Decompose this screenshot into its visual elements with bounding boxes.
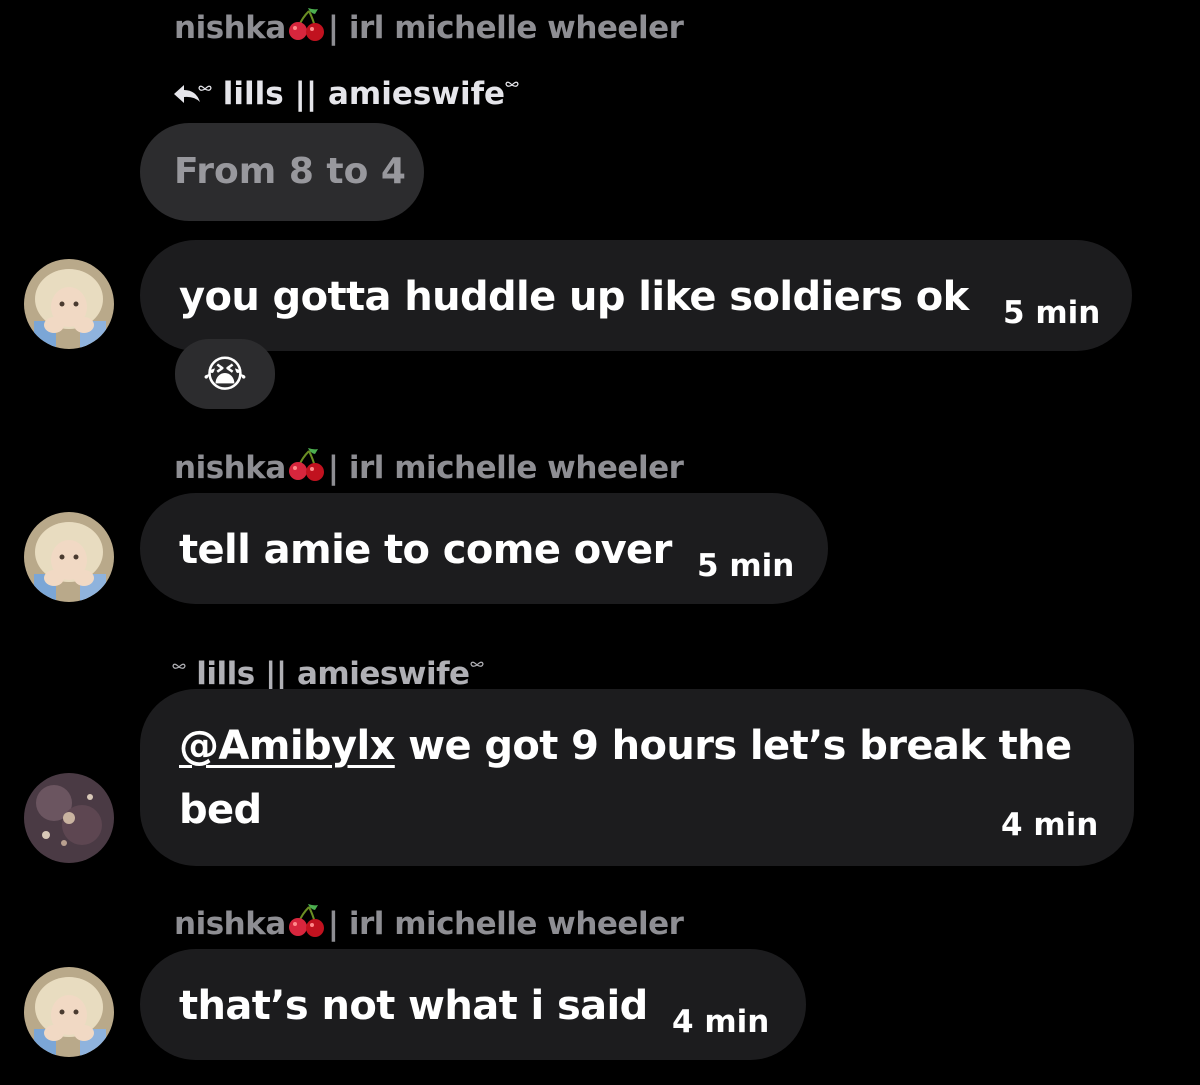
message-text: @Amibylx we got 9 hours let’s break the (179, 723, 1072, 769)
bow-icon (198, 66, 212, 102)
mention-link[interactable]: @Amibylx (179, 723, 395, 769)
sender-suffix: | irl michelle wheeler (327, 906, 684, 942)
sender-name: nishka | irl michelle wheeler (174, 446, 684, 490)
sender-suffix: | irl michelle wheeler (327, 10, 684, 46)
cherry-icon (288, 902, 326, 946)
avatar[interactable] (24, 773, 114, 863)
message-bubble[interactable]: you gotta huddle up like soldiers ok 5 m… (140, 240, 1132, 351)
crying-face-emoji-icon: 😭 (202, 352, 248, 396)
bow-icon (505, 62, 519, 98)
avatar[interactable] (24, 967, 114, 1057)
message-text: you gotta huddle up like soldiers ok (179, 274, 969, 320)
message-time: 5 min (1003, 295, 1101, 331)
bow-icon (469, 642, 484, 678)
cherry-icon (288, 446, 326, 490)
bow-icon (172, 644, 186, 680)
avatar[interactable] (24, 259, 114, 349)
sender-name: nishka | irl michelle wheeler (174, 6, 684, 50)
quoted-message-bubble[interactable]: From 8 to 4 (140, 123, 424, 221)
avatar[interactable] (24, 512, 114, 602)
cherry-icon (288, 6, 326, 50)
message-bubble[interactable]: @Amibylx we got 9 hours let’s break the … (140, 689, 1134, 866)
sender-suffix: | irl michelle wheeler (327, 450, 684, 486)
sender-name-text: lills || amieswife (196, 656, 470, 692)
message-text-line: we got 9 hours let’s break the (394, 723, 1072, 769)
message-time: 5 min (697, 548, 795, 584)
message-text: tell amie to come over (179, 527, 672, 573)
message-time: 4 min (1001, 807, 1099, 843)
sender-name: lills || amieswife (172, 642, 484, 692)
sender-name: nishka | irl michelle wheeler (174, 902, 684, 946)
sender-name-text: nishka (174, 450, 286, 486)
reaction-badge[interactable]: 😭 (175, 339, 275, 409)
message-bubble[interactable]: that’s not what i said 4 min (140, 949, 806, 1060)
message-text: that’s not what i said (179, 983, 648, 1029)
quoted-message-text: From 8 to 4 (174, 151, 406, 192)
message-text-line: bed (179, 787, 262, 833)
message-bubble[interactable]: tell amie to come over 5 min (140, 493, 828, 604)
message-time: 4 min (672, 1004, 770, 1040)
reply-to-line[interactable]: lills || amieswife (172, 62, 519, 114)
reply-to-name: lills || amieswife (222, 76, 506, 112)
sender-name-text: nishka (174, 10, 286, 46)
sender-name-text: nishka (174, 906, 286, 942)
